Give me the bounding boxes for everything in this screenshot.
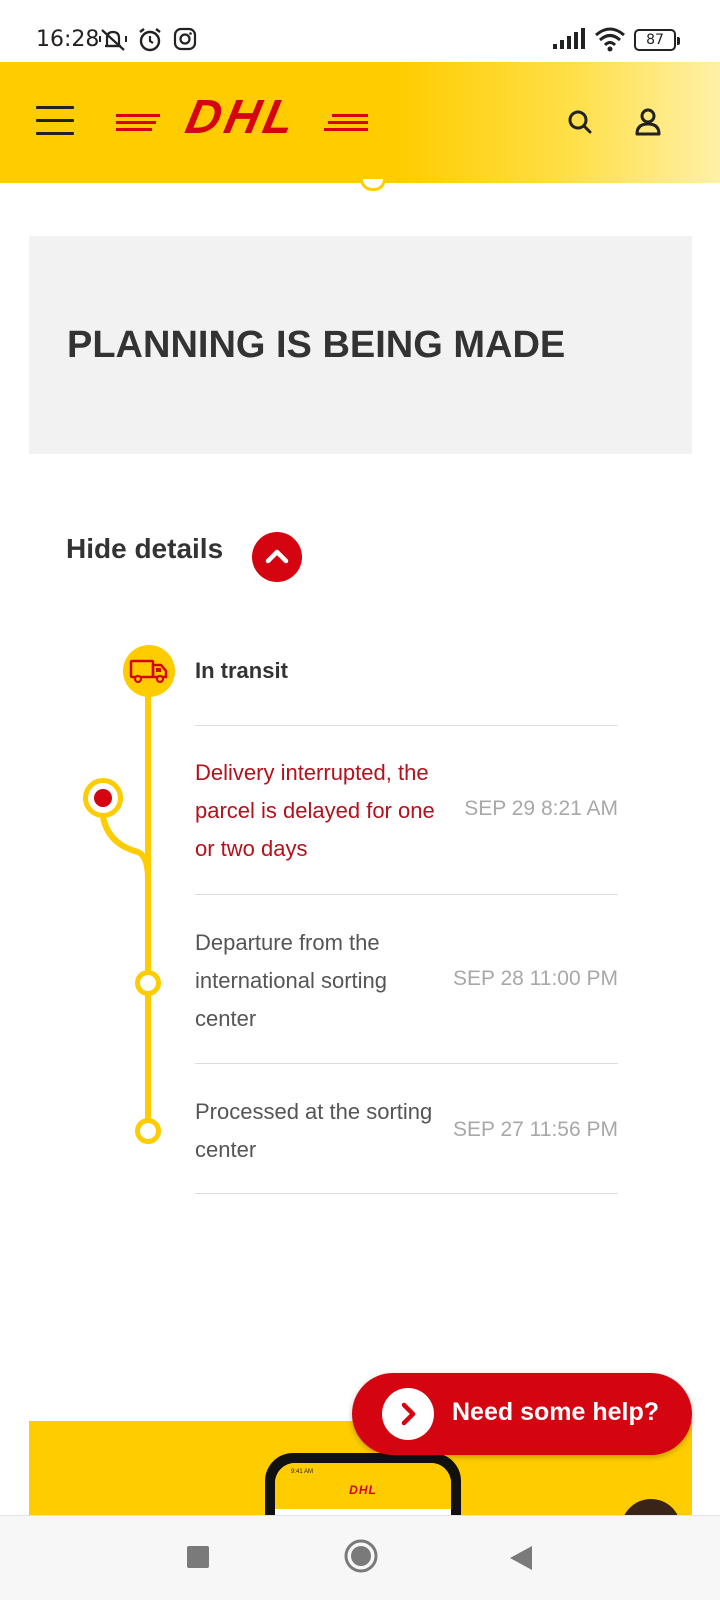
- alarm-icon: [139, 28, 161, 52]
- mute-vibrate-icon: [99, 29, 127, 51]
- timeline-event-date: SEP 27 11:56 PM: [453, 1118, 618, 1141]
- recents-button[interactable]: [186, 1545, 210, 1569]
- timeline-event-description: Departure from the international sorting…: [195, 930, 388, 1031]
- status-time: 16:28: [36, 27, 100, 52]
- search-icon[interactable]: [564, 106, 596, 138]
- shipment-status-title: PLANNING IS BEING MADE: [67, 324, 566, 366]
- timeline-line: [145, 690, 151, 1122]
- timeline-event-date: SEP 28 11:00 PM: [453, 967, 618, 990]
- chevron-up-icon: [265, 549, 289, 564]
- timeline-divider: [195, 1193, 618, 1194]
- person-illustration: [621, 1499, 681, 1516]
- timeline-divider: [195, 1063, 618, 1064]
- status-bar: 16:28 87: [0, 0, 720, 62]
- timeline-event-description: Processed at the sorting center: [195, 1099, 433, 1162]
- phone-time: 9:41 AM: [291, 1469, 314, 1475]
- instagram-icon: [173, 27, 197, 51]
- timeline-node-alert: [83, 778, 123, 818]
- timeline-event-description: Delivery interrupted, the parcel is dela…: [195, 760, 435, 861]
- timeline-node: [135, 970, 161, 996]
- system-nav-bar: [0, 1515, 720, 1600]
- battery-icon: 87: [634, 29, 680, 51]
- phone-logo: DHL: [349, 1483, 377, 1497]
- hide-details-label[interactable]: Hide details: [66, 533, 223, 565]
- progress-indicator: [360, 179, 386, 191]
- back-button[interactable]: [508, 1544, 534, 1572]
- in-transit-badge: [123, 645, 175, 697]
- chevron-right-icon: [401, 1402, 416, 1426]
- timeline-divider: [195, 894, 618, 895]
- need-help-button[interactable]: Need some help?: [352, 1373, 692, 1455]
- timeline-event-date: SEP 29 8:21 AM: [464, 797, 618, 820]
- dhl-logo[interactable]: DHL: [116, 91, 368, 144]
- timeline-node: [135, 1118, 161, 1144]
- home-button[interactable]: [343, 1538, 379, 1574]
- need-help-label: Need some help?: [452, 1398, 659, 1426]
- timeline-divider: [195, 725, 618, 726]
- user-icon[interactable]: [632, 106, 664, 138]
- app-header: DHL: [0, 62, 720, 183]
- menu-icon[interactable]: [36, 106, 74, 136]
- help-arrow-badge: [382, 1388, 434, 1440]
- battery-level: 87: [646, 32, 664, 48]
- wifi-icon: [595, 27, 625, 52]
- signal-icon: [553, 28, 585, 49]
- truck-icon: [129, 659, 168, 684]
- phone-illustration: 9:41 AM DHL: [265, 1453, 461, 1516]
- shipment-status-card: PLANNING IS BEING MADE: [29, 236, 692, 454]
- collapse-details-button[interactable]: [252, 532, 302, 582]
- timeline-group-label: In transit: [195, 658, 288, 683]
